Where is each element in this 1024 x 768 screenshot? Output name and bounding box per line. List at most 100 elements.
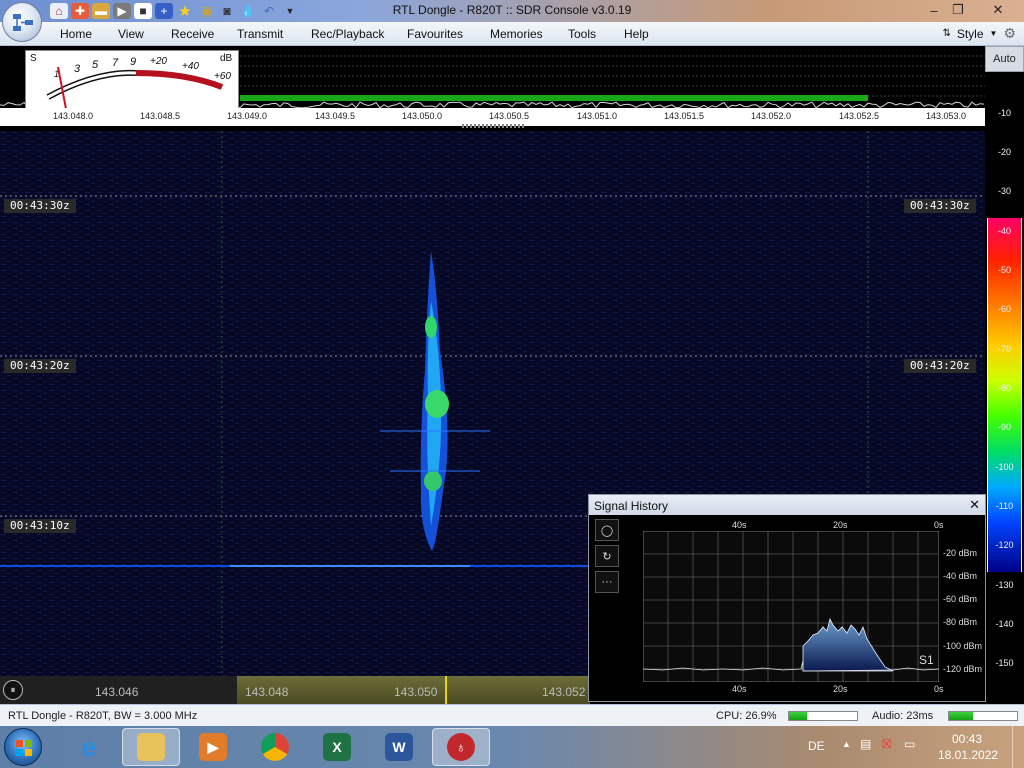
signal-history-header[interactable]: Signal History ✕ (589, 495, 985, 515)
menu-memories[interactable]: Memories (490, 27, 543, 41)
time-tag-left: 00:43:30z (4, 199, 76, 213)
audio-status: Audio: 23ms (872, 710, 934, 722)
taskbar-file-explorer[interactable] (122, 728, 180, 766)
menu-help[interactable]: Help (624, 27, 649, 41)
signal-history-title: Signal History (594, 499, 669, 513)
menu-transmit[interactable]: Transmit (237, 27, 283, 41)
s-reading: S1 (919, 653, 934, 667)
cpu-status: CPU: 26.9% (716, 710, 777, 722)
level-tick: -20 dBm (943, 548, 978, 558)
taskbar-internet-explorer[interactable]: e (60, 728, 118, 766)
level-tick: -100 dBm (943, 641, 983, 651)
time-tag-right: 00:43:30z (904, 199, 976, 213)
device-icon[interactable]: ▤ (860, 737, 871, 751)
s-mark: 5 (92, 59, 99, 71)
menu-bar: Home View Receive Transmit Rec/Playback … (0, 22, 1024, 46)
cpu-progress (788, 711, 858, 721)
radio-tower-icon: ♁ (447, 733, 475, 761)
taskbar-word[interactable]: W (370, 728, 428, 766)
menu-receive[interactable]: Receive (171, 27, 214, 41)
audio-progress (948, 711, 1018, 721)
db-scale-label: -20 (997, 147, 1011, 157)
display-icon[interactable]: ▭ (904, 737, 915, 751)
freq-label: 143.049.5 (314, 111, 356, 121)
start-button[interactable] (4, 728, 42, 766)
gear-icon[interactable]: ⚙ (1003, 25, 1016, 42)
db-mark: +60 (214, 71, 231, 82)
db-scale-label: -140 (995, 619, 1014, 629)
taskbar-media-player[interactable]: ▶ (184, 728, 242, 766)
db-scale-label: -110 (995, 501, 1014, 511)
s-meter: S dB 1 3 5 7 9 +20 +40 +60 (25, 50, 239, 110)
menu-view[interactable]: View (118, 27, 144, 41)
sort-icon: ⇅ (942, 28, 951, 39)
db-scale-label: -10 (997, 108, 1011, 118)
language-indicator[interactable]: DE (808, 739, 825, 753)
db-scale-label: -80 (997, 383, 1011, 393)
level-tick: -60 dBm (943, 594, 978, 604)
s-mark: 3 (74, 63, 81, 75)
tuner-label: 143.050 (394, 685, 438, 699)
media-player-icon: ▶ (199, 733, 227, 761)
device-status: RTL Dongle - R820T, BW = 3.000 MHz (8, 710, 198, 722)
db-scale-label: -130 (995, 580, 1014, 590)
style-selector[interactable]: ⇅ Style ▼ ⚙ (942, 25, 1016, 42)
reset-icon[interactable]: ↻ (595, 545, 619, 567)
internet-explorer-icon: e (81, 731, 97, 762)
word-icon: W (385, 733, 413, 761)
db-scale-label: -70 (997, 344, 1011, 354)
time-tick: 20s (833, 520, 848, 530)
show-desktop-button[interactable] (1012, 726, 1024, 768)
db-scale-label: -100 (995, 462, 1014, 472)
taskbar-chrome[interactable] (246, 728, 304, 766)
chevron-up-icon[interactable]: ▲ (842, 739, 851, 749)
freq-label: 143.048.0 (52, 111, 94, 121)
menu-tools[interactable]: Tools (568, 27, 596, 41)
db-scale-label: -40 (997, 226, 1011, 236)
menu-favourites[interactable]: Favourites (407, 27, 463, 41)
signal-history-window[interactable]: Signal History ✕ ◯ ↻ ··· 40s 20s 0s 40s … (588, 494, 986, 702)
more-icon[interactable]: ··· (595, 571, 619, 593)
s-mark: 7 (112, 57, 119, 69)
clock-time[interactable]: 00:43 (952, 732, 982, 746)
taskbar-sdr-console[interactable]: ♁ (432, 728, 490, 766)
s-label: S (30, 53, 37, 64)
title-bar: ⌂ ✚ ▬ ▶ ■ + ★ ▣ ◙ 💧 ↶ ▼ RTL Dongle - R82… (0, 0, 1024, 22)
freq-label: 143.050.5 (488, 111, 530, 121)
close-button[interactable]: ✕ (984, 0, 1012, 20)
freq-label: 143.049.0 (226, 111, 268, 121)
application-menu-button[interactable] (2, 2, 42, 42)
maximize-button[interactable]: ❐ (944, 0, 972, 20)
splitter-grip[interactable] (462, 124, 524, 128)
menu-rec-playback[interactable]: Rec/Playback (311, 27, 384, 41)
clock-date[interactable]: 18.01.2022 (938, 748, 998, 762)
db-mark: +40 (182, 61, 199, 72)
freq-label: 143.051.5 (663, 111, 705, 121)
tuning-scale (445, 676, 447, 704)
pause-icon[interactable]: ⏸ (3, 680, 23, 700)
freq-label: 143.052.0 (750, 111, 792, 121)
signal-history-plot: S1 (643, 531, 939, 682)
level-tick: -40 dBm (943, 571, 978, 581)
taskbar-excel[interactable]: X (308, 728, 366, 766)
record-icon[interactable]: ◯ (595, 519, 619, 541)
time-tag-left: 00:43:10z (4, 519, 76, 533)
auto-button[interactable]: Auto (985, 46, 1024, 72)
level-tick: -120 dBm (943, 664, 983, 674)
freq-label: 143.050.0 (401, 111, 443, 121)
db-scale-label: -50 (997, 265, 1011, 275)
network-error-icon[interactable]: ⛝ (882, 737, 891, 752)
close-icon[interactable]: ✕ (969, 497, 980, 513)
db-scale-label: -30 (997, 186, 1011, 196)
db-scale-label: -90 (997, 422, 1011, 432)
network-icon (13, 14, 33, 31)
s-mark: 9 (130, 56, 137, 68)
tuning-strip[interactable]: ⏸ 143.046 143.048 143.050 143.052 (0, 676, 590, 704)
menu-home[interactable]: Home (60, 27, 92, 41)
folder-icon (137, 733, 165, 761)
freq-label: 143.048.5 (139, 111, 181, 121)
colour-scale[interactable]: Auto -10 -20 -30 -40 -50 -60 -70 -80 -90… (985, 46, 1024, 704)
s-mark: 1 (54, 69, 60, 79)
excel-icon: X (323, 733, 351, 761)
windows-logo-icon (16, 740, 32, 756)
